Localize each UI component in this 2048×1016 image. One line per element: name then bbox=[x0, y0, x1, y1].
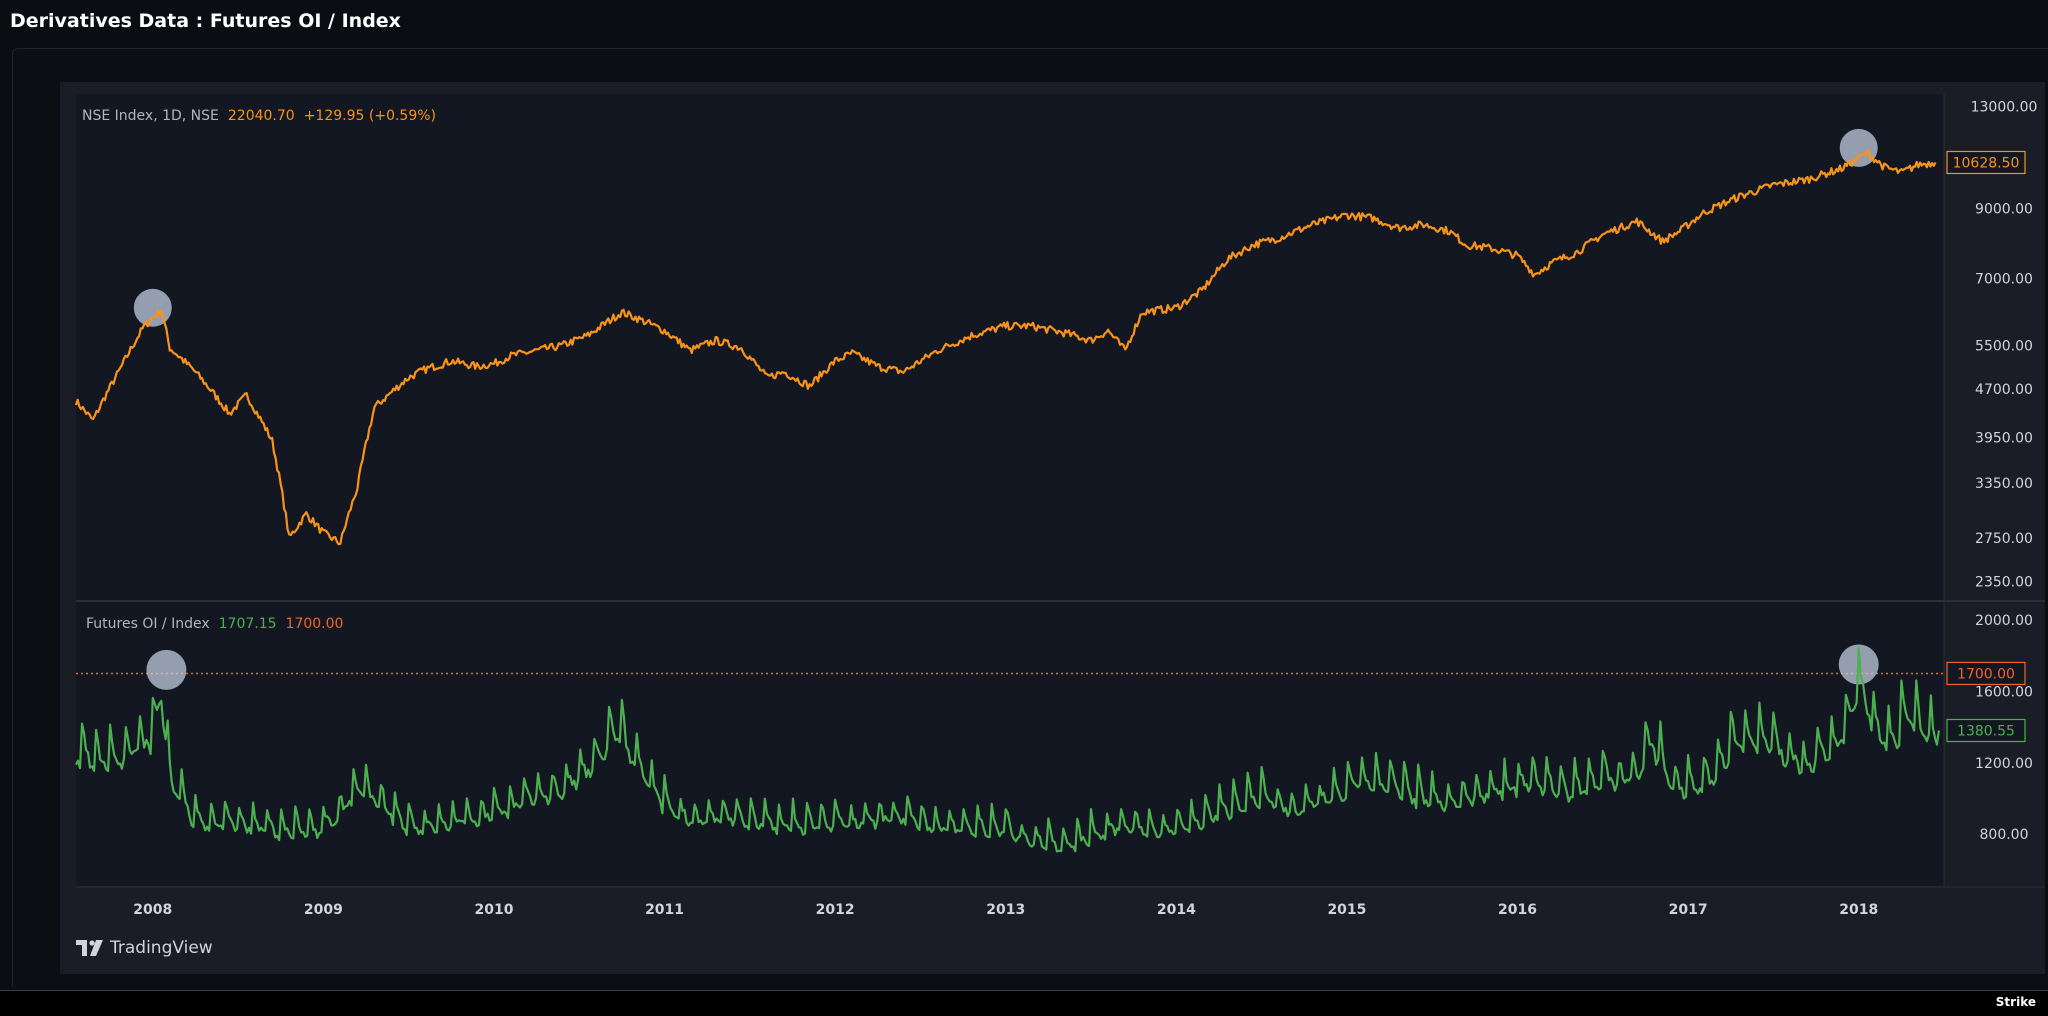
price-axis-tick: 2750.00 bbox=[1975, 531, 2033, 547]
price-pane[interactable] bbox=[76, 94, 1944, 600]
oi-legend-reference: 1700.00 bbox=[286, 616, 344, 632]
tradingview-logo[interactable]: TradingView bbox=[76, 938, 213, 958]
index-peak-marker-2 bbox=[1839, 128, 1878, 167]
price-axis-tick: 2350.00 bbox=[1975, 575, 2033, 591]
index-last-value-badge: 10628.50 bbox=[1946, 150, 2026, 175]
tradingview-icon bbox=[76, 940, 103, 956]
oi-axis-tick: 1200.00 bbox=[1975, 756, 2033, 772]
oi-axis-tick: 2000.00 bbox=[1975, 613, 2033, 629]
time-axis-label: 2012 bbox=[816, 902, 855, 918]
index-legend-value: 22040.70 bbox=[228, 108, 295, 124]
price-axis-tick: 13000.00 bbox=[1971, 100, 2038, 116]
time-axis-label: 2013 bbox=[986, 902, 1025, 918]
time-axis-label: 2009 bbox=[304, 902, 343, 918]
oi-legend-name: Futures OI / Index bbox=[86, 616, 210, 632]
oi-axis-tick: 1600.00 bbox=[1975, 684, 2033, 700]
oi-last-value-badge-text: 1380.55 bbox=[1957, 724, 2015, 740]
time-axis-label: 2008 bbox=[133, 902, 172, 918]
time-axis-label: 2018 bbox=[1839, 902, 1878, 918]
time-axis-label: 2017 bbox=[1669, 902, 1708, 918]
time-axis-label: 2010 bbox=[474, 902, 513, 918]
price-axis-tick: 3350.00 bbox=[1975, 476, 2033, 492]
oi-axis-tick: 800.00 bbox=[1980, 827, 2029, 843]
price-axis-tick: 5500.00 bbox=[1975, 338, 2033, 354]
indicator-pane[interactable] bbox=[76, 602, 1944, 886]
time-axis-label: 2015 bbox=[1327, 902, 1366, 918]
price-axis-tick: 3950.00 bbox=[1975, 430, 2033, 446]
strike-brand: Strike bbox=[1995, 995, 2036, 1009]
oi-peak-marker-1 bbox=[146, 649, 187, 690]
index-legend-name: NSE Index, 1D, NSE bbox=[82, 108, 219, 124]
time-axis-label: 2014 bbox=[1157, 902, 1196, 918]
price-axis-tick: 7000.00 bbox=[1975, 271, 2033, 287]
tradingview-label: TradingView bbox=[110, 938, 213, 958]
price-axis-tick: 4700.00 bbox=[1975, 382, 2033, 398]
index-peak-marker-1 bbox=[133, 288, 172, 327]
oi-legend-value: 1707.15 bbox=[219, 616, 277, 632]
index-last-value-badge-text: 10628.50 bbox=[1953, 155, 2020, 171]
reference-value-badge: 1700.00 bbox=[1946, 661, 2026, 686]
index-legend-change: +129.95 (+0.59%) bbox=[304, 108, 436, 124]
time-axis-label: 2016 bbox=[1498, 902, 1537, 918]
chart-widget: NSE Index, 1D, NSE 22040.70 +129.95 (+0.… bbox=[60, 82, 2045, 974]
footer-bar: Strike bbox=[0, 990, 2048, 1016]
reference-value-badge-text: 1700.00 bbox=[1957, 666, 2015, 682]
page-title: Derivatives Data : Futures OI / Index bbox=[10, 10, 401, 32]
chart-svg[interactable]: NSE Index, 1D, NSE 22040.70 +129.95 (+0.… bbox=[60, 82, 2045, 974]
price-axis-tick: 9000.00 bbox=[1975, 202, 2033, 218]
oi-last-value-badge: 1380.55 bbox=[1946, 718, 2026, 743]
time-axis-label: 2011 bbox=[645, 902, 684, 918]
